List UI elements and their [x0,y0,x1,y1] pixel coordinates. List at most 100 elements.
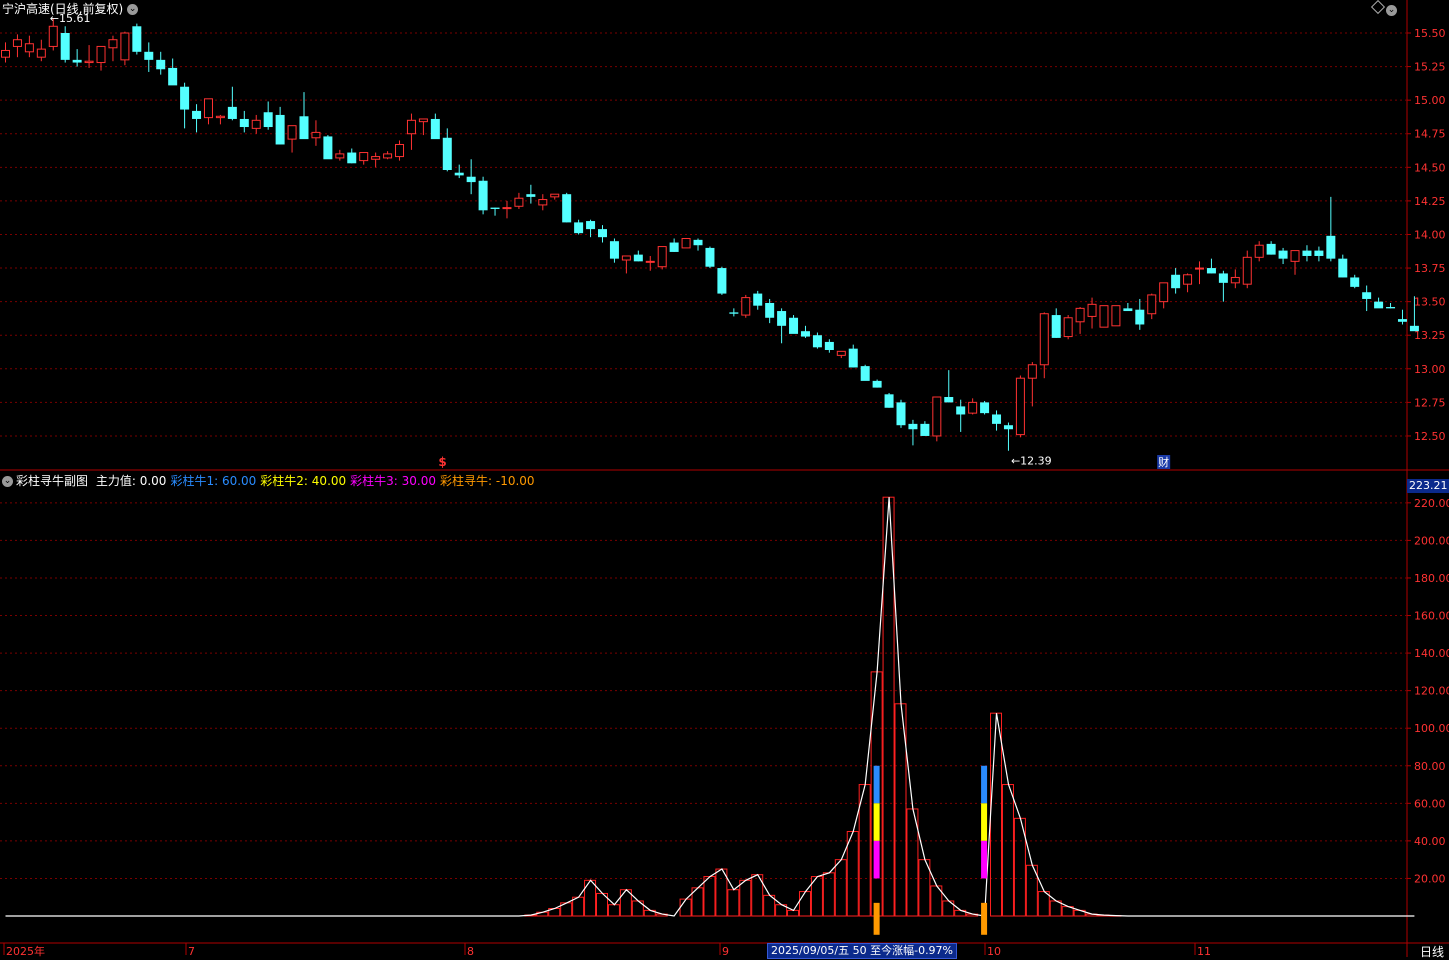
candle-body [598,229,607,238]
indicator-tick-label: 160.00 [1414,610,1449,623]
candle-body [84,60,94,64]
candle-body [1015,377,1025,436]
candle-body [1242,256,1252,285]
candle-body [574,222,584,234]
indicator-item-value: 30.00 [397,474,437,488]
time-tick-label: 8 [467,945,474,957]
chevron-down-icon[interactable]: ⌄ [1386,0,1397,19]
candle-body [968,401,978,414]
price-tick-label: 15.50 [1414,27,1446,40]
candle-body [1135,309,1145,325]
time-tick-label: 9 [722,945,729,957]
indicator-tick-label: 80.00 [1414,760,1446,773]
candle-body [992,414,1002,424]
candle-body [1159,282,1169,303]
value-bar [1001,784,1014,917]
dollar-sign-icon: $ [438,455,446,469]
signal-column [873,765,880,804]
candle-body [729,312,739,314]
candle-body [789,317,799,334]
indicator-item: 彩柱牛2: 40.00 [260,474,346,488]
price-tick-label: 13.75 [1414,262,1446,275]
price-tick-label: 14.50 [1414,161,1446,174]
candle-body [1314,250,1324,256]
indicator-item-label: 彩柱牛1: [170,474,219,488]
candle-body [693,239,703,246]
candle-body [108,39,118,49]
candle-body [956,406,966,415]
indicator-item-label: 彩柱寻牛: [440,474,493,488]
candle-body [1111,305,1121,327]
candle-body [800,331,810,337]
time-tick-label: 11 [1197,945,1211,957]
candle-body [395,143,405,158]
indicator-tick-label: 220.00 [1414,497,1449,510]
candle-body [1123,308,1133,312]
indicator-header: ⌄ 彩柱寻牛副图 主力值: 0.00 彩柱牛1: 60.00 彩柱牛2: 40.00 彩… [2,472,543,489]
candle-body [406,119,416,135]
candle-body [1230,276,1240,284]
finance-badge-label: 财 [1158,455,1169,469]
candle-body [72,59,82,63]
candle-body [932,396,942,437]
signal-column [981,803,988,841]
chevron-down-icon[interactable]: ⌄ [2,476,13,487]
candle-body [657,246,667,268]
indicator-name: 彩柱寻牛副图 [16,474,89,488]
signal-column [981,765,988,804]
candle-body [836,350,846,356]
candle-body [323,136,333,160]
value-bar [798,891,811,917]
candle-body [1362,292,1372,299]
candle-body [1003,425,1013,430]
period-label[interactable]: 日线 [1420,943,1444,960]
price-tick-label: 14.75 [1414,128,1446,141]
time-tick-label: 2025年 [6,944,45,957]
candle-body [1183,274,1193,285]
candle-body [860,366,870,381]
candle-body [717,268,727,294]
candle-body [1039,313,1049,366]
candle-body [36,48,46,58]
candle-body [1338,258,1348,278]
candle-body [526,194,536,197]
candle-body [908,423,918,430]
indicator-item-value: 0.00 [135,474,167,488]
candle-body [132,26,142,52]
candle-body [12,39,22,47]
candle-body [538,199,548,206]
price-tick-label: 12.75 [1414,396,1446,409]
ymax-label: 223.21 [1407,479,1449,493]
candle-body [550,193,560,198]
candle-body [120,32,130,61]
candle-body [944,397,954,403]
price-tick-label: 12.50 [1414,430,1446,443]
candle-body [1397,319,1407,322]
candle-body [287,125,297,140]
signal-column [981,902,988,935]
candle-body [1278,250,1288,259]
value-bar [727,889,740,917]
candle-body [884,394,894,408]
candle-body [299,116,309,140]
candle-body [490,207,500,209]
low-annotation: ←12.39 [1011,455,1052,468]
candle-body [1075,307,1085,323]
candle-body [203,98,213,119]
candle-body [980,402,990,414]
candle-body [681,238,691,249]
chevron-down-icon[interactable]: ⌄ [127,4,139,15]
candle-body [478,180,488,211]
main-value-line [5,497,1415,917]
candle-body [824,341,834,350]
value-bar [822,872,835,917]
price-tick-label: 13.50 [1414,296,1446,309]
candle-body [251,119,261,129]
candle-body [621,255,631,261]
price-tick-label: 15.00 [1414,94,1446,107]
candle-body [514,197,524,207]
time-tick-label: 10 [987,945,1001,957]
candle-body [466,176,476,183]
candle-body [562,194,572,223]
indicator-item-value: 60.00 [218,474,257,488]
